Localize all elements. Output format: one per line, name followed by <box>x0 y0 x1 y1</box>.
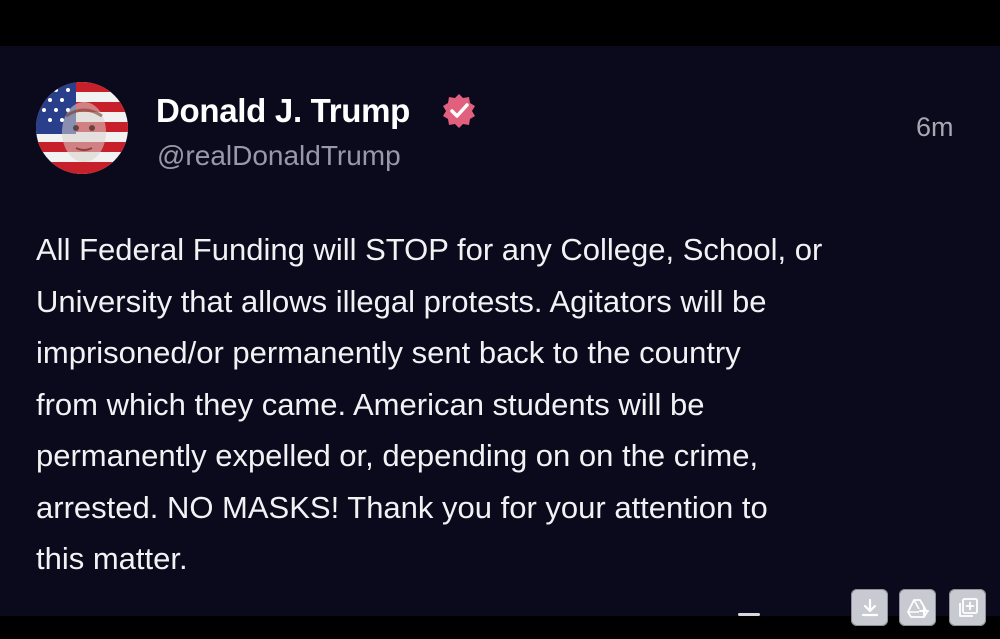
author-avatar[interactable] <box>36 82 128 174</box>
drive-add-button[interactable] <box>899 589 936 626</box>
post-body-line: imprisoned/or permanently sent back to t… <box>36 335 741 370</box>
post-body-line: arrested. NO MASKS! Thank you for your a… <box>36 489 768 525</box>
download-icon <box>861 598 878 616</box>
download-button[interactable] <box>851 589 888 626</box>
post-timestamp[interactable]: 6m <box>916 112 954 143</box>
scroll-indicator <box>738 613 760 616</box>
bottom-black-bar <box>0 616 1000 639</box>
drive-add-icon <box>906 598 929 618</box>
post-body: All Federal Funding will STOP for any Co… <box>36 224 976 585</box>
post-body-line: this matter. <box>36 541 188 576</box>
post-body-line: permanently expelled or, depending on on… <box>36 438 759 473</box>
post-body-line: University that allows illegal protests.… <box>36 283 767 319</box>
post-body-line: All Federal Funding will STOP for any Co… <box>36 232 823 267</box>
flag-portrait-avatar <box>36 82 128 174</box>
author-handle[interactable]: @realDonaldTrump <box>157 140 401 172</box>
author-name[interactable]: Donald J. Trump <box>156 92 410 130</box>
post-body-line: from which they came. American students … <box>36 386 705 422</box>
top-black-bar <box>0 0 1000 46</box>
add-to-collection-icon <box>958 597 978 617</box>
verified-badge-icon <box>440 92 478 130</box>
add-to-collection-button[interactable] <box>949 589 986 626</box>
